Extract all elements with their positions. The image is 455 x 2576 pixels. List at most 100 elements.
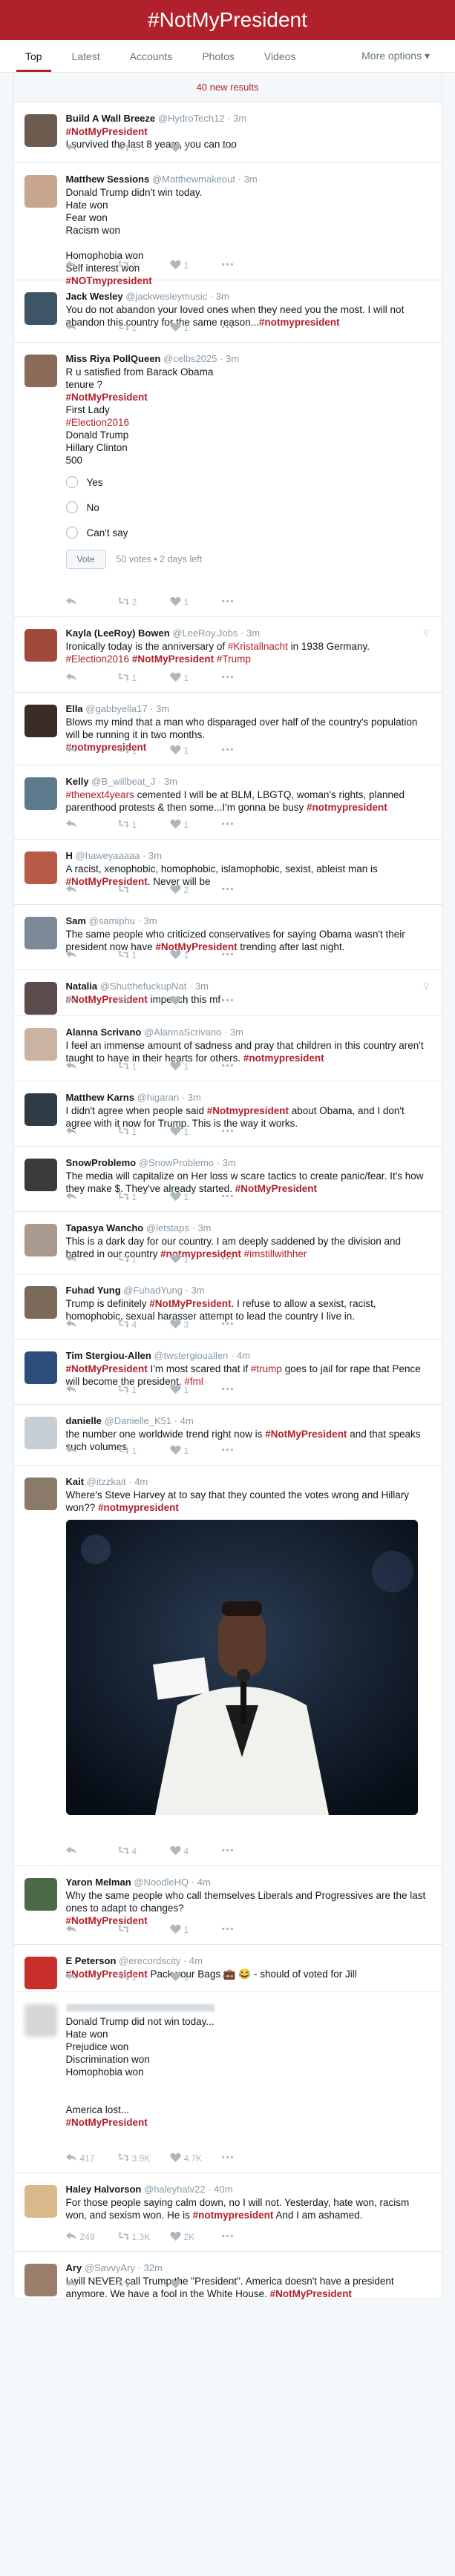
- retweet-button[interactable]: 1: [117, 745, 170, 757]
- more-button[interactable]: [221, 322, 274, 334]
- more-button[interactable]: [221, 1845, 274, 1857]
- tweet-time[interactable]: · 3m: [150, 703, 169, 714]
- reply-button[interactable]: [65, 1191, 118, 1203]
- tweet-time[interactable]: · 3m: [224, 1027, 243, 1038]
- tab-latest[interactable]: Latest: [57, 40, 115, 72]
- tweet-time[interactable]: · 3m: [186, 1285, 205, 1296]
- reply-button[interactable]: [65, 949, 118, 961]
- reply-button[interactable]: [65, 672, 118, 684]
- more-button[interactable]: [221, 949, 274, 961]
- like-button[interactable]: 1: [169, 1445, 222, 1457]
- like-button[interactable]: 1: [169, 1384, 222, 1396]
- author-name[interactable]: Ella: [66, 703, 83, 714]
- reply-button[interactable]: [65, 1061, 118, 1073]
- like-button[interactable]: 1: [169, 322, 222, 334]
- avatar[interactable]: [24, 917, 57, 949]
- tweet-time[interactable]: · 4m: [231, 1350, 250, 1361]
- retweet-button[interactable]: 1: [117, 819, 170, 831]
- like-button[interactable]: [169, 2279, 222, 2290]
- like-button[interactable]: 1: [169, 1191, 222, 1203]
- tab-photos[interactable]: Photos: [187, 40, 249, 72]
- author-name[interactable]: Jack Wesley: [66, 291, 123, 302]
- author-handle[interactable]: @Danielle_K51: [105, 1415, 172, 1426]
- avatar[interactable]: [24, 1159, 57, 1191]
- reply-button[interactable]: [65, 819, 118, 831]
- tab-accounts[interactable]: Accounts: [115, 40, 188, 72]
- author-name[interactable]: Build A Wall Breeze: [66, 113, 156, 124]
- author-name[interactable]: Kayla (LeeRoy) Bowen: [66, 627, 170, 639]
- author-handle[interactable]: @haweyaaaaa: [76, 850, 140, 861]
- author-handle[interactable]: @haleyhalv22: [144, 2184, 206, 2195]
- more-button[interactable]: [221, 884, 274, 896]
- author-handle[interactable]: @B_willbeat_J: [91, 776, 155, 787]
- avatar[interactable]: [24, 2185, 57, 2218]
- tweet-time[interactable]: · 3m: [238, 174, 258, 185]
- tab-more-options[interactable]: More options ▾: [347, 40, 445, 72]
- like-button[interactable]: 1: [169, 819, 222, 831]
- avatar[interactable]: [24, 1093, 57, 1126]
- retweet-button[interactable]: 1: [117, 1061, 170, 1073]
- avatar[interactable]: [24, 982, 57, 1015]
- retweet-button[interactable]: 3.9K: [117, 2152, 170, 2164]
- retweet-button[interactable]: 4: [117, 1845, 170, 1857]
- more-button[interactable]: [221, 1126, 274, 1138]
- reply-button[interactable]: [65, 884, 118, 896]
- author-handle[interactable]: @Matthewmakeout: [152, 174, 235, 185]
- author-handle[interactable]: @letstaps: [146, 1222, 189, 1233]
- poll-option[interactable]: No: [65, 495, 431, 520]
- like-button[interactable]: 1: [169, 596, 222, 608]
- author-name[interactable]: Haley Halvorson: [66, 2184, 142, 2195]
- avatar[interactable]: [24, 1957, 57, 1989]
- more-button[interactable]: [221, 1445, 274, 1457]
- radio-button[interactable]: [65, 476, 78, 488]
- more-button[interactable]: [221, 1971, 274, 1983]
- author-name[interactable]: Matthew Sessions: [66, 174, 150, 185]
- avatar[interactable]: [24, 1351, 57, 1384]
- tweet-time[interactable]: · 3m: [182, 1092, 201, 1103]
- reply-button[interactable]: [65, 1126, 118, 1138]
- retweet-button[interactable]: 1: [117, 1254, 170, 1265]
- tweet-time[interactable]: · 4m: [183, 1955, 203, 1966]
- avatar[interactable]: [24, 2264, 57, 2296]
- retweet-button[interactable]: 1: [117, 1971, 170, 1983]
- avatar[interactable]: [24, 1417, 57, 1449]
- like-button[interactable]: 2K: [169, 2231, 222, 2243]
- more-button[interactable]: [221, 1319, 274, 1331]
- more-button[interactable]: [221, 260, 274, 271]
- avatar[interactable]: [24, 175, 57, 208]
- like-button[interactable]: 1: [169, 745, 222, 757]
- author-handle[interactable]: @twstergiouallen: [154, 1350, 228, 1361]
- author-name[interactable]: Yaron Melman: [66, 1877, 131, 1888]
- more-button[interactable]: [221, 2279, 274, 2290]
- reply-button[interactable]: [65, 1384, 118, 1396]
- tab-videos[interactable]: Videos: [249, 40, 311, 72]
- author-handle[interactable]: @erecordscity: [119, 1955, 180, 1966]
- retweet-button[interactable]: 4: [117, 1319, 170, 1331]
- more-button[interactable]: [221, 672, 274, 684]
- like-button[interactable]: 1: [169, 1126, 222, 1138]
- reply-button[interactable]: [65, 1971, 118, 1983]
- tweet-photo[interactable]: [65, 1520, 418, 1815]
- author-name[interactable]: Matthew Karns: [66, 1092, 134, 1103]
- like-button[interactable]: 1: [169, 672, 222, 684]
- more-button[interactable]: [221, 596, 274, 608]
- avatar[interactable]: [24, 1286, 57, 1319]
- tweet-time[interactable]: · 3m: [192, 1222, 212, 1233]
- author-handle[interactable]: @celbs2025: [163, 353, 217, 364]
- reply-button[interactable]: 249: [65, 2231, 118, 2243]
- author-name[interactable]: Ary: [66, 2262, 82, 2273]
- retweet-button[interactable]: [117, 1924, 170, 1936]
- more-button[interactable]: [221, 1254, 274, 1265]
- avatar[interactable]: [24, 777, 57, 810]
- author-handle[interactable]: @NoodleHQ: [134, 1877, 189, 1888]
- like-button[interactable]: 1: [169, 1254, 222, 1265]
- author-handle[interactable]: @jackwesleymusic: [125, 291, 207, 302]
- like-button[interactable]: 1: [169, 995, 222, 1007]
- author-handle[interactable]: @higaran: [137, 1092, 180, 1103]
- retweet-button[interactable]: 1: [117, 322, 170, 334]
- reply-button[interactable]: [65, 2279, 118, 2290]
- like-button[interactable]: 1: [169, 949, 222, 961]
- avatar[interactable]: [24, 1478, 57, 1510]
- tweet-time[interactable]: · 3m: [217, 1157, 236, 1168]
- tweet-time[interactable]: · 3m: [138, 915, 157, 926]
